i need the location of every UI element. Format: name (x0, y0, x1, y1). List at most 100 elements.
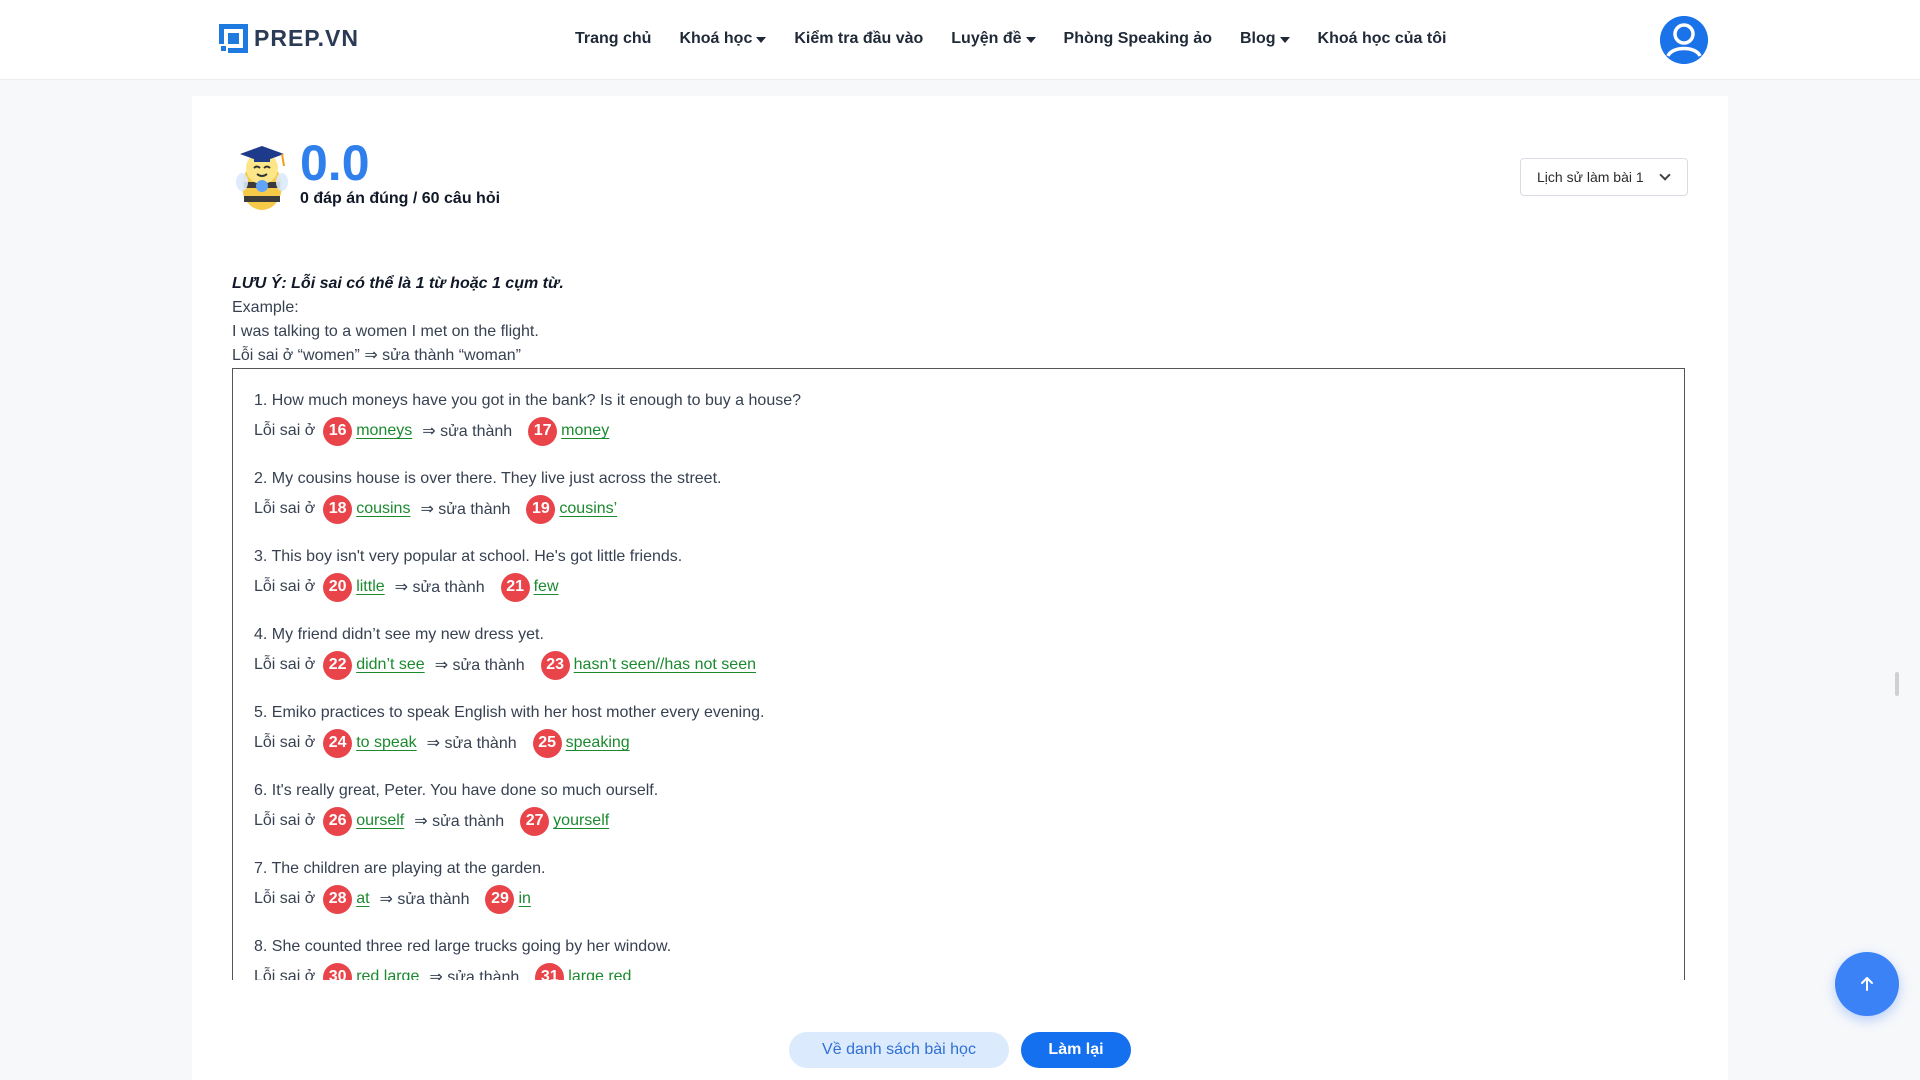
error-at-label: Lỗi sai ở (254, 890, 316, 907)
answer-line: Lỗi sai ở 28 at ⇒ sửa thành 29 in (254, 884, 1684, 914)
error-answer[interactable]: to speak (356, 734, 416, 752)
bee-mascot-icon (236, 146, 288, 210)
nav-blog-label: Blog (1239, 30, 1276, 47)
blank-number-badge: 27 (520, 806, 550, 836)
answer-line: Lỗi sai ở 26 ourself ⇒ sửa thành 27 your… (254, 806, 1684, 836)
blank-number-badge: 20 (323, 572, 353, 602)
correction-answer[interactable]: hasn’t seen//has not seen (574, 656, 756, 674)
error-answer[interactable]: at (356, 890, 369, 908)
answer-line: Lỗi sai ở 18 cousins ⇒ sửa thành 19 cous… (254, 494, 1684, 524)
brand-logo[interactable]: PREP.VN (219, 24, 359, 53)
score-value: 0.0 (300, 135, 370, 191)
blank-number-badge: 29 (485, 884, 515, 914)
error-answer[interactable]: little (356, 578, 384, 596)
blank-number-badge: 25 (532, 728, 562, 758)
error-at-label: Lỗi sai ở (254, 812, 316, 829)
blank-number-badge: 17 (528, 416, 558, 446)
nav-courses[interactable]: Khoá học (679, 30, 767, 48)
fix-to-label: ⇒ sửa thành (394, 579, 485, 596)
error-at-label: Lỗi sai ở (254, 968, 316, 980)
nav-my-courses[interactable]: Khoá học của tôi (1318, 30, 1447, 48)
nav-practice-tests-label: Luyện đề (951, 30, 1022, 47)
scroll-to-top-button[interactable] (1835, 952, 1899, 1016)
question-item: 2. My cousins house is over there. They … (254, 467, 1684, 545)
correction-answer[interactable]: few (534, 578, 559, 596)
retry-button[interactable]: Làm lại (1021, 1032, 1131, 1068)
blank-number-badge: 23 (540, 650, 570, 680)
note-example-label: Example: (232, 299, 299, 316)
caret-down-icon (1025, 37, 1036, 43)
user-icon (1660, 16, 1708, 64)
note-title: LƯU Ý: Lỗi sai có thể là 1 từ hoặc 1 cụm… (232, 275, 564, 292)
prep-logo-icon (219, 24, 248, 53)
attempt-history-label: Lịch sử làm bài 1 (1537, 169, 1644, 185)
error-at-label: Lỗi sai ở (254, 422, 316, 439)
answer-line: Lỗi sai ở 30 red large ⇒ sửa thành 31 la… (254, 962, 1684, 980)
correction-answer[interactable]: speaking (566, 734, 630, 752)
question-item: 3. This boy isn't very popular at school… (254, 545, 1684, 623)
question-item: 6. It's really great, Peter. You have do… (254, 779, 1684, 857)
user-avatar[interactable] (1660, 16, 1708, 64)
correction-answer[interactable]: large red (568, 968, 631, 980)
question-text: 1. How much moneys have you got in the b… (254, 392, 802, 409)
attempt-history-select[interactable]: Lịch sử làm bài 1 (1520, 158, 1688, 196)
nav-blog[interactable]: Blog (1240, 30, 1290, 48)
question-text: 7. The children are playing at the garde… (254, 860, 546, 877)
question-text: 2. My cousins house is over there. They … (254, 470, 722, 487)
correction-answer[interactable]: yourself (553, 812, 609, 830)
question-text: 3. This boy isn't very popular at school… (254, 548, 683, 565)
error-answer[interactable]: didn’t see (356, 656, 425, 674)
nav-placement-test-label: Kiểm tra đầu vào (794, 30, 924, 47)
nav-my-courses-label: Khoá học của tôi (1317, 30, 1447, 47)
error-at-label: Lỗi sai ở (254, 500, 316, 517)
nav-speaking-room-label: Phòng Speaking ảo (1063, 30, 1212, 47)
question-text: 8. She counted three red large trucks go… (254, 938, 672, 955)
nav-home[interactable]: Trang chủ (575, 30, 651, 48)
fix-to-label: ⇒ sửa thành (429, 969, 520, 980)
score-summary: 0 đáp án đúng / 60 câu hỏi (300, 190, 501, 207)
blank-number-badge: 24 (323, 728, 353, 758)
correction-answer[interactable]: in (518, 890, 530, 908)
questions-panel: 1. How much moneys have you got in the b… (232, 368, 1685, 980)
error-answer[interactable]: ourself (356, 812, 404, 830)
error-answer[interactable]: cousins (356, 500, 410, 518)
nav-speaking-room[interactable]: Phòng Speaking ảo (1064, 30, 1212, 48)
blank-number-badge: 30 (323, 962, 353, 980)
answer-line: Lỗi sai ở 22 didn’t see ⇒ sửa thành 23 h… (254, 650, 1684, 680)
nav-placement-test[interactable]: Kiểm tra đầu vào (794, 30, 923, 48)
answer-line: Lỗi sai ở 20 little ⇒ sửa thành 21 few (254, 572, 1684, 602)
error-answer[interactable]: moneys (356, 422, 412, 440)
question-text: 6. It's really great, Peter. You have do… (254, 782, 659, 799)
blank-number-badge: 26 (323, 806, 353, 836)
fix-to-label: ⇒ sửa thành (422, 423, 513, 440)
chevron-down-icon (1659, 169, 1671, 181)
blank-number-badge: 21 (500, 572, 530, 602)
blank-number-badge: 19 (526, 494, 556, 524)
error-answer[interactable]: red large (356, 968, 419, 980)
fix-to-label: ⇒ sửa thành (434, 657, 525, 674)
error-at-label: Lỗi sai ở (254, 578, 316, 595)
fix-to-label: ⇒ sửa thành (414, 813, 505, 830)
caret-down-icon (1279, 37, 1290, 43)
question-item: 4. My friend didn’t see my new dress yet… (254, 623, 1684, 701)
caret-down-icon (756, 37, 767, 43)
blank-number-badge: 28 (323, 884, 353, 914)
error-at-label: Lỗi sai ở (254, 656, 316, 673)
error-at-label: Lỗi sai ở (254, 734, 316, 751)
blank-number-badge: 16 (323, 416, 353, 446)
blank-number-badge: 22 (323, 650, 353, 680)
back-to-lessons-button[interactable]: Về danh sách bài học (789, 1032, 1009, 1068)
nav-practice-tests[interactable]: Luyện đề (951, 30, 1036, 48)
question-item: 5. Emiko practices to speak English with… (254, 701, 1684, 779)
question-text: 5. Emiko practices to speak English with… (254, 704, 765, 721)
fix-to-label: ⇒ sửa thành (420, 501, 511, 518)
correction-answer[interactable]: money (561, 422, 609, 440)
result-card: 0.0 0 đáp án đúng / 60 câu hỏi Lịch sử l… (192, 96, 1899, 1080)
blank-number-badge: 31 (535, 962, 565, 980)
blank-number-badge: 18 (323, 494, 353, 524)
correction-answer[interactable]: cousins’ (559, 500, 617, 518)
question-item: 7. The children are playing at the garde… (254, 857, 1684, 935)
question-item: 8. She counted three red large trucks go… (254, 935, 1684, 980)
panel-scrollbar[interactable] (1895, 672, 1899, 696)
fix-to-label: ⇒ sửa thành (379, 891, 470, 908)
